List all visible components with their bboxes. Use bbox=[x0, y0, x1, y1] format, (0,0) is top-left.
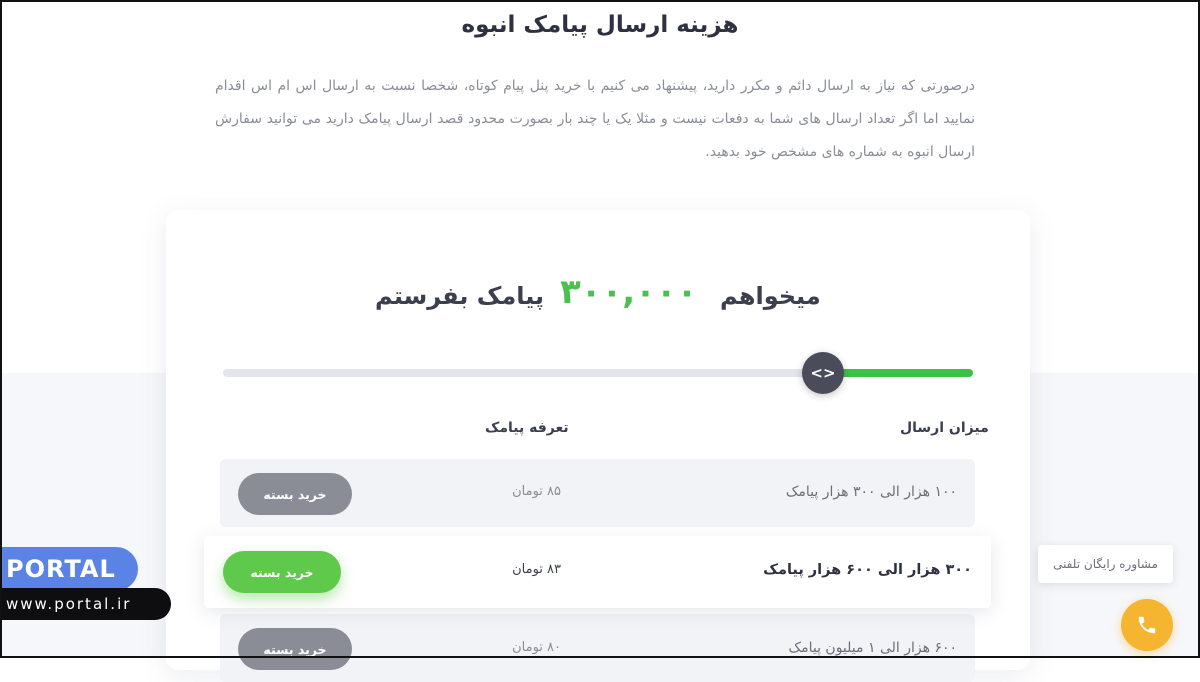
free-consult-tooltip: مشاوره رایگان تلفنی bbox=[1038, 545, 1173, 583]
row-amount: ۶۰۰ هزار الی ۱ میلیون پیامک bbox=[788, 640, 957, 656]
sms-count-slider[interactable] bbox=[223, 369, 973, 377]
row-price: ۸۳ تومان bbox=[512, 562, 561, 577]
page-title: هزینه ارسال پیامک انبوه bbox=[461, 12, 739, 38]
pricing-row: ۱۰۰ هزار الی ۳۰۰ هزار پیامک ۸۵ تومان خری… bbox=[220, 459, 975, 527]
pricing-row-selected: ۳۰۰ هزار الی ۶۰۰ هزار پیامک ۸۳ تومان خری… bbox=[204, 536, 991, 608]
column-header-amount: میزان ارسال bbox=[900, 420, 989, 436]
slider-handle[interactable]: <> bbox=[802, 352, 844, 394]
column-header-rate: تعرفه پیامک bbox=[485, 420, 569, 436]
portal-logo: PORTAL bbox=[0, 547, 138, 591]
call-button[interactable] bbox=[1121, 599, 1173, 651]
row-price: ۸۰ تومان bbox=[512, 640, 561, 655]
phone-icon bbox=[1138, 616, 1156, 634]
want-label: میخواهم bbox=[720, 282, 821, 310]
row-amount: ۱۰۰ هزار الی ۳۰۰ هزار پیامک bbox=[785, 484, 957, 500]
buy-package-button[interactable]: خرید بسته bbox=[238, 628, 352, 670]
portal-url: www.portal.ir bbox=[0, 588, 171, 620]
row-price: ۸۵ تومان bbox=[512, 484, 561, 499]
buy-package-button[interactable]: خرید بسته bbox=[223, 551, 341, 593]
code-arrows-icon: <> bbox=[810, 364, 836, 382]
row-amount: ۳۰۰ هزار الی ۶۰۰ هزار پیامک bbox=[763, 562, 972, 578]
sms-count-value: ۳۰۰,۰۰۰ bbox=[560, 272, 698, 312]
pricing-row: ۶۰۰ هزار الی ۱ میلیون پیامک ۸۰ تومان خری… bbox=[220, 614, 975, 682]
intro-paragraph: درصورتی که نیاز به ارسال دائم و مکرر دار… bbox=[215, 78, 975, 160]
buy-package-button[interactable]: خرید بسته bbox=[238, 473, 352, 515]
send-label: پیامک بفرستم bbox=[375, 282, 545, 310]
slider-fill bbox=[823, 369, 973, 377]
